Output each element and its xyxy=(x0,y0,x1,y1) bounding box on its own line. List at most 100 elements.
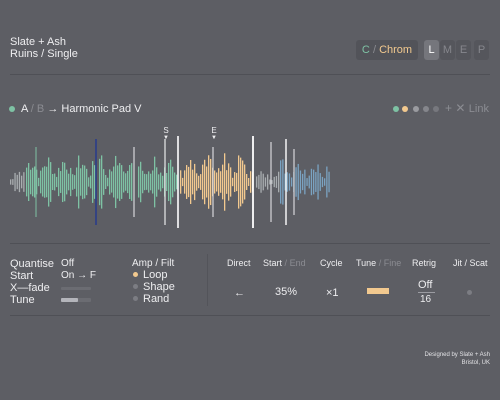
waveform-bar xyxy=(172,166,174,198)
waveform-bar xyxy=(121,165,123,199)
waveform-bar xyxy=(282,159,284,205)
scale-separator: / xyxy=(372,44,376,56)
waveform-bar xyxy=(278,171,280,193)
page-dot-3[interactable] xyxy=(413,106,419,112)
waveform-bar xyxy=(82,164,84,200)
waveform-bar xyxy=(222,164,224,200)
slot-arrow: → xyxy=(47,103,59,115)
waveform-bar xyxy=(70,167,72,197)
waveform-bar xyxy=(204,159,206,205)
waveform-bar xyxy=(319,173,321,191)
waveform-bar xyxy=(146,174,148,190)
waveform-display[interactable] xyxy=(0,135,500,235)
add-icon[interactable]: + xyxy=(445,101,452,115)
tune-fine-header: Tune / Fine xyxy=(356,258,401,268)
waveform-bar xyxy=(18,171,21,193)
cycle-value[interactable]: ×1 xyxy=(326,287,339,299)
mod-separator: / xyxy=(155,258,159,269)
waveform-bar xyxy=(226,170,228,194)
waveform-bar xyxy=(202,164,204,200)
waveform-bar xyxy=(240,157,242,207)
waveform-bar xyxy=(182,177,184,187)
waveform-bar xyxy=(62,161,64,203)
waveform-bar xyxy=(317,164,319,200)
slot-b[interactable]: B xyxy=(37,103,44,115)
scale-selector[interactable]: C / Chrom xyxy=(356,40,418,60)
page-dot-4[interactable] xyxy=(423,106,429,112)
waveform-bar xyxy=(291,177,293,187)
waveform-bar xyxy=(262,173,264,191)
jit-header[interactable]: Jit xyxy=(453,258,462,268)
preset-name[interactable]: Harmonic Pad V xyxy=(61,103,141,115)
waveform-bar xyxy=(200,174,202,190)
waveform-bar xyxy=(152,170,154,194)
waveform-bar xyxy=(74,175,76,189)
tune-fine-value-bar[interactable] xyxy=(367,288,389,294)
mode-button-p[interactable]: P xyxy=(474,40,489,60)
waveform-bar xyxy=(40,170,42,194)
waveform-bar xyxy=(80,168,82,196)
xfade-slider[interactable] xyxy=(61,287,91,290)
mod-item-rand[interactable]: Rand xyxy=(143,293,169,305)
waveform-bar xyxy=(228,163,230,201)
jit-scat-dot[interactable] xyxy=(467,290,472,295)
start-header[interactable]: Start xyxy=(263,258,282,268)
waveform-bar xyxy=(273,176,275,188)
start-end-header: Start / End xyxy=(263,258,306,268)
waveform-bar xyxy=(269,179,271,185)
tune-header[interactable]: Tune xyxy=(356,258,376,268)
waveform-bar xyxy=(302,173,304,191)
waveform-bar xyxy=(248,178,250,186)
waveform-bar xyxy=(64,162,66,202)
waveform-bar xyxy=(148,171,150,193)
mod-item-shape[interactable]: Shape xyxy=(143,281,175,293)
mod-header[interactable]: Amp / Filt xyxy=(132,259,174,269)
waveform-bar xyxy=(288,173,291,191)
mod-amp[interactable]: Amp xyxy=(132,258,153,269)
fine-header[interactable]: Fine xyxy=(384,258,402,268)
waveform-bar xyxy=(168,162,170,202)
slot-a[interactable]: A xyxy=(21,103,28,115)
mod-filt[interactable]: Filt xyxy=(161,258,174,269)
waveform-bar xyxy=(23,172,25,192)
waveform-bar xyxy=(30,169,32,195)
link-control[interactable]: + ✕ Link xyxy=(445,102,489,116)
waveform-bar xyxy=(326,166,328,198)
page-dot-5[interactable] xyxy=(433,106,439,112)
waveform-bar xyxy=(16,174,18,190)
jit-scat-separator: / xyxy=(464,258,468,268)
waveform-bar xyxy=(186,165,188,199)
mode-button-m[interactable]: M xyxy=(440,40,455,60)
waveform-bar xyxy=(32,167,34,197)
close-icon[interactable]: ✕ xyxy=(455,101,465,115)
waveform-bar xyxy=(275,176,278,188)
retrig-subvalue[interactable]: 16 xyxy=(420,294,431,306)
mode-button-l[interactable]: L xyxy=(424,40,439,60)
slot-separator: / xyxy=(30,103,34,115)
direction-value[interactable]: ← xyxy=(234,287,245,299)
slot-selector[interactable]: A / B → Harmonic Pad V xyxy=(21,103,141,115)
scat-header[interactable]: Scat xyxy=(470,258,488,268)
mode-button-e[interactable]: E xyxy=(456,40,471,60)
mod-item-loop[interactable]: Loop xyxy=(143,269,167,281)
waveform-bar xyxy=(105,174,107,190)
start-value[interactable]: On → F xyxy=(61,270,96,282)
start-value-percent[interactable]: 35% xyxy=(275,286,297,298)
waveform-bar xyxy=(174,172,176,192)
end-header[interactable]: End xyxy=(290,258,306,268)
waveform-divider xyxy=(10,243,490,244)
app-subtitle: Ruins / Single xyxy=(10,48,78,60)
waveform-bar xyxy=(210,158,212,206)
retrig-value[interactable]: Off xyxy=(418,279,432,291)
waveform-bar xyxy=(119,163,121,201)
waveform-bar xyxy=(176,174,178,190)
waveform-bar xyxy=(208,155,210,209)
waveform-bar xyxy=(230,167,232,197)
waveform-bar xyxy=(218,168,220,196)
start-label: Start xyxy=(10,270,34,282)
xfade-label: X—fade xyxy=(10,282,50,294)
quantise-value[interactable]: Off xyxy=(61,258,74,270)
page-dot-2[interactable] xyxy=(402,106,408,112)
waveform-bar xyxy=(258,174,260,190)
page-dot-1[interactable] xyxy=(393,106,399,112)
